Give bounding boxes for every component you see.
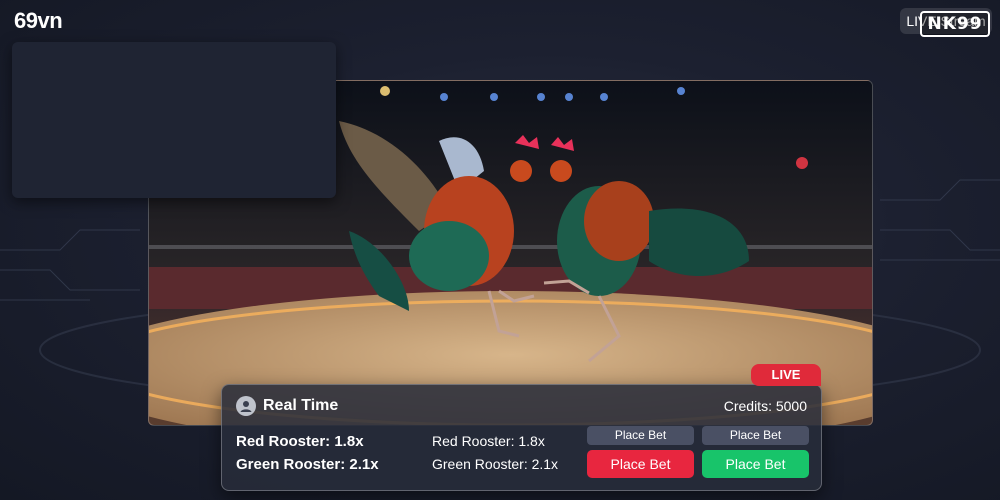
odds-secondary: Red Rooster: 1.8x Green Rooster: 2.1x <box>432 430 558 476</box>
betting-panel: Real Time Credits: 5000 Red Rooster: 1.8… <box>221 384 822 491</box>
odds-red-rooster: Red Rooster: 1.8x <box>236 433 364 450</box>
place-bet-red-button[interactable]: Place Bet <box>587 450 694 478</box>
panel-title: Real Time <box>263 397 339 414</box>
place-bet-small-button-red[interactable]: Place Bet <box>587 426 694 445</box>
place-bet-green-button[interactable]: Place Bet <box>702 450 809 478</box>
credits-balance: Credits: 5000 <box>723 398 807 414</box>
panel-header: Real Time <box>236 396 338 416</box>
brand-logo[interactable]: 69vn <box>14 8 63 34</box>
watermark-logo: NK99 <box>920 11 990 37</box>
place-bet-small-button-green[interactable]: Place Bet <box>702 426 809 445</box>
odds-green-rooster: Green Rooster: 2.1x <box>236 456 379 473</box>
user-icon <box>236 396 256 416</box>
side-panel <box>12 42 336 198</box>
odds-green-rooster-secondary: Green Rooster: 2.1x <box>432 456 559 472</box>
odds-red-rooster-secondary: Red Rooster: 1.8x <box>432 433 545 449</box>
odds-primary: Red Rooster: 1.8x Green Rooster: 2.1x <box>236 430 379 476</box>
live-badge: LIVE <box>751 364 821 386</box>
